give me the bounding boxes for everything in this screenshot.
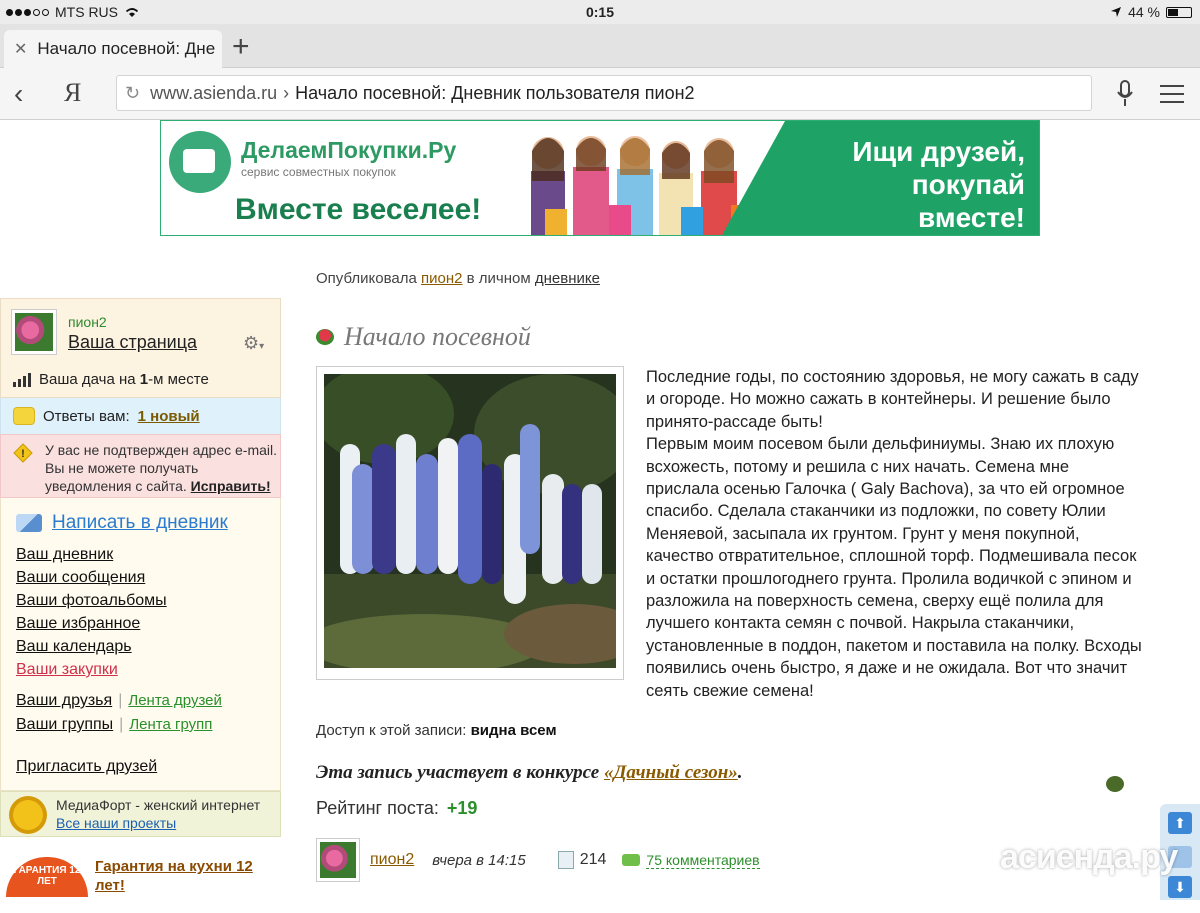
author-link[interactable]: пион2: [370, 851, 414, 869]
sidebar-nav: Написать в дневник Ваш дневник Ваши сооб…: [0, 498, 281, 791]
sidebar-item-calendar[interactable]: Ваш календарь: [16, 638, 280, 656]
clock: 0:15: [585, 4, 615, 20]
access-line: Доступ к этой записи: видна всем: [316, 722, 557, 739]
yandex-logo-icon[interactable]: Я: [64, 78, 81, 108]
bug-icon[interactable]: [1106, 776, 1124, 792]
battery-info: 44 %: [1110, 4, 1192, 20]
avatar[interactable]: [11, 309, 57, 355]
sidebar-item-friends-feed[interactable]: Лента друзей: [128, 692, 222, 710]
gear-icon[interactable]: ⚙▾: [243, 333, 264, 354]
url-field[interactable]: ↻ www.asienda.ru › Начало посевной: Днев…: [116, 75, 1092, 111]
answers-block: Ответы вам: 1 новый: [0, 398, 281, 434]
sidebar-item-diary[interactable]: Ваш дневник: [16, 546, 280, 564]
sidebar: пион2 Ваша страница ⚙▾ Ваша дача на 1-м …: [0, 298, 281, 900]
hamburger-menu-icon[interactable]: [1160, 85, 1184, 109]
rank-bars-icon: [13, 372, 31, 387]
url-separator: ›: [283, 82, 290, 103]
post-text: Последние годы, по состоянию здоровья, н…: [646, 366, 1146, 702]
sidebar-item-invite[interactable]: Пригласить друзей: [16, 758, 280, 776]
sidebar-item-friends[interactable]: Ваши друзья: [16, 692, 112, 710]
published-line: Опубликовала пион2 в личном дневнике: [316, 270, 600, 287]
fix-link[interactable]: Исправить!: [191, 478, 271, 494]
email-warning: ! У вас не подтвержден адрес e-mail. Вы …: [0, 434, 281, 498]
views-count: 214: [579, 851, 607, 868]
contest-link[interactable]: «Дачный сезон»: [604, 762, 738, 783]
status-bar: MTS RUS 0:15 44 %: [0, 0, 1200, 24]
sidebar-username[interactable]: пион2: [68, 314, 107, 330]
warning-icon: !: [13, 443, 33, 463]
tab-strip: ✕ Начало посевной: Дне: [0, 24, 1200, 68]
back-arrow-icon[interactable]: ‹: [14, 78, 23, 110]
banner-cta: Ищи друзей, покупай вместе!: [852, 136, 1025, 233]
battery-percent: 44 %: [1128, 4, 1160, 20]
svg-text:!: !: [21, 448, 25, 460]
promo-block[interactable]: ГАРАНТИЯ 12 ЛЕТ Гарантия на кухни 12 лет…: [0, 853, 281, 913]
your-page-link[interactable]: Ваша страница: [68, 332, 197, 353]
delphinium-photo: [304, 364, 644, 674]
promo-link[interactable]: Гарантия на кухни 12 лет!: [95, 857, 275, 895]
speech-bubble-icon: [13, 407, 35, 425]
rank-info: Ваша дача на 1-м месте: [13, 371, 209, 388]
location-arrow-icon: [1111, 7, 1122, 17]
new-tab-plus-icon[interactable]: +: [232, 32, 250, 62]
sidebar-item-groups[interactable]: Ваши группы: [16, 716, 113, 734]
post-paragraph: Первым моим посевом были дельфиниумы. Зн…: [646, 435, 1142, 700]
contest-line: Эта запись участвует в конкурсе «Дачный …: [316, 762, 743, 783]
post-photo[interactable]: [304, 364, 644, 680]
mediafort-logo-icon: [9, 796, 47, 834]
battery-icon: [1166, 6, 1192, 18]
comments-icon: [622, 854, 641, 866]
scroll-up-arrow-icon[interactable]: ⬆: [1168, 812, 1192, 834]
browser-tab[interactable]: ✕ Начало посевной: Дне: [4, 30, 222, 68]
sidebar-item-favorites[interactable]: Ваше избранное: [16, 615, 280, 633]
post-rating: Рейтинг поста: +19: [316, 798, 478, 818]
sidebar-item-messages[interactable]: Ваши сообщения: [16, 569, 280, 587]
sidebar-item-purchases[interactable]: Ваши закупки: [16, 661, 280, 679]
views-icon: [557, 851, 574, 869]
strawberry-icon: [316, 329, 334, 345]
diary-link[interactable]: дневнике: [535, 270, 600, 287]
mediafort-projects-link[interactable]: Все наши проекты: [56, 815, 176, 831]
published-user-link[interactable]: пион2: [421, 270, 462, 287]
banner-brand-sub: сервис совместных покупок: [241, 165, 396, 179]
answers-new-link[interactable]: 1 новый: [138, 408, 200, 425]
close-tab-icon[interactable]: ✕: [14, 39, 27, 59]
post-time: вчера в 14:15: [432, 851, 526, 869]
microphone-icon[interactable]: [1116, 80, 1134, 108]
answers-label: Ответы вам:: [43, 407, 130, 425]
user-block: пион2 Ваша страница ⚙▾ Ваша дача на 1-м …: [0, 298, 281, 398]
sidebar-item-groups-feed[interactable]: Лента групп: [129, 716, 212, 734]
author-avatar[interactable]: [316, 838, 360, 882]
access-value: видна всем: [470, 722, 557, 739]
rating-value: +19: [446, 798, 478, 818]
comments-link[interactable]: 75 комментариев: [646, 852, 760, 869]
post-content: Опубликовала пион2 в личном дневнике Нач…: [304, 270, 1166, 882]
url-page-title: Начало посевной: Дневник пользователя пи…: [295, 82, 695, 103]
groups-row: Ваши группы | Лента групп: [16, 716, 213, 734]
site-watermark: асиенда.ру: [1000, 838, 1178, 876]
banner-brand: ДелаемПокупки.Ру: [241, 137, 457, 163]
sidebar-item-photoalbums[interactable]: Ваши фотоальбомы: [16, 592, 280, 610]
reload-icon[interactable]: ↻: [125, 83, 140, 104]
write-diary-link[interactable]: Написать в дневник: [16, 512, 280, 534]
warranty-badge: ГАРАНТИЯ 12 ЛЕТ: [6, 857, 88, 897]
url-domain: www.asienda.ru: [150, 82, 278, 103]
friends-row: Ваши друзья | Лента друзей: [16, 692, 222, 710]
banner-slogan: Вместе веселее!: [235, 193, 482, 226]
mediafort-title: МедиаФорт - женский интернет: [56, 797, 261, 813]
post-paragraph: Последние годы, по состоянию здоровья, н…: [646, 368, 1139, 431]
address-bar: ‹ Я ↻ www.asienda.ru › Начало посевной: …: [0, 68, 1200, 120]
pencil-note-icon: [16, 514, 42, 532]
ad-banner[interactable]: ДелаемПокупки.Ру сервис совместных покуп…: [160, 120, 1040, 236]
mediafort-block: МедиаФорт - женский интернет Все наши пр…: [0, 791, 281, 837]
tab-title: Начало посевной: Дне: [37, 39, 216, 58]
post-title: Начало посевной: [316, 322, 531, 352]
scroll-down-arrow-icon[interactable]: ⬇: [1168, 876, 1192, 898]
